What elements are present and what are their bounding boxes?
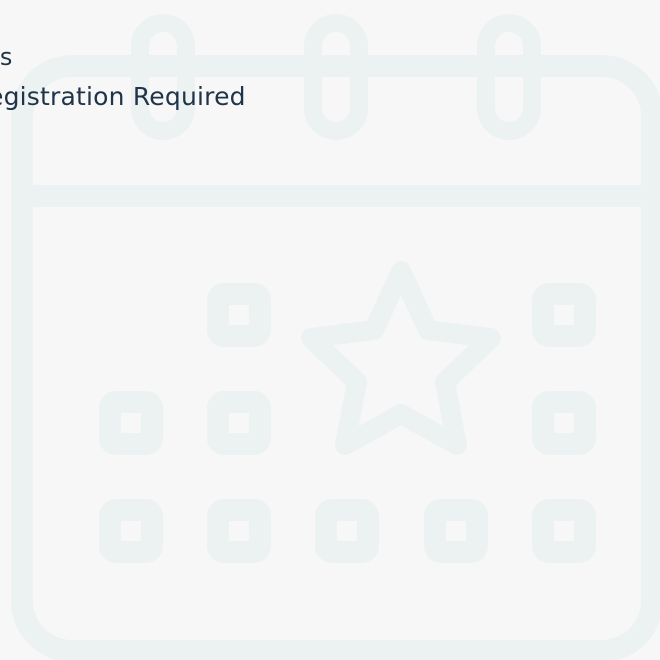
event-info: ons egistration Required	[0, 0, 660, 130]
registration-note: egistration Required	[0, 82, 246, 111]
hero-panel: ons egistration Required	[0, 0, 660, 660]
event-title: ons	[0, 43, 13, 71]
